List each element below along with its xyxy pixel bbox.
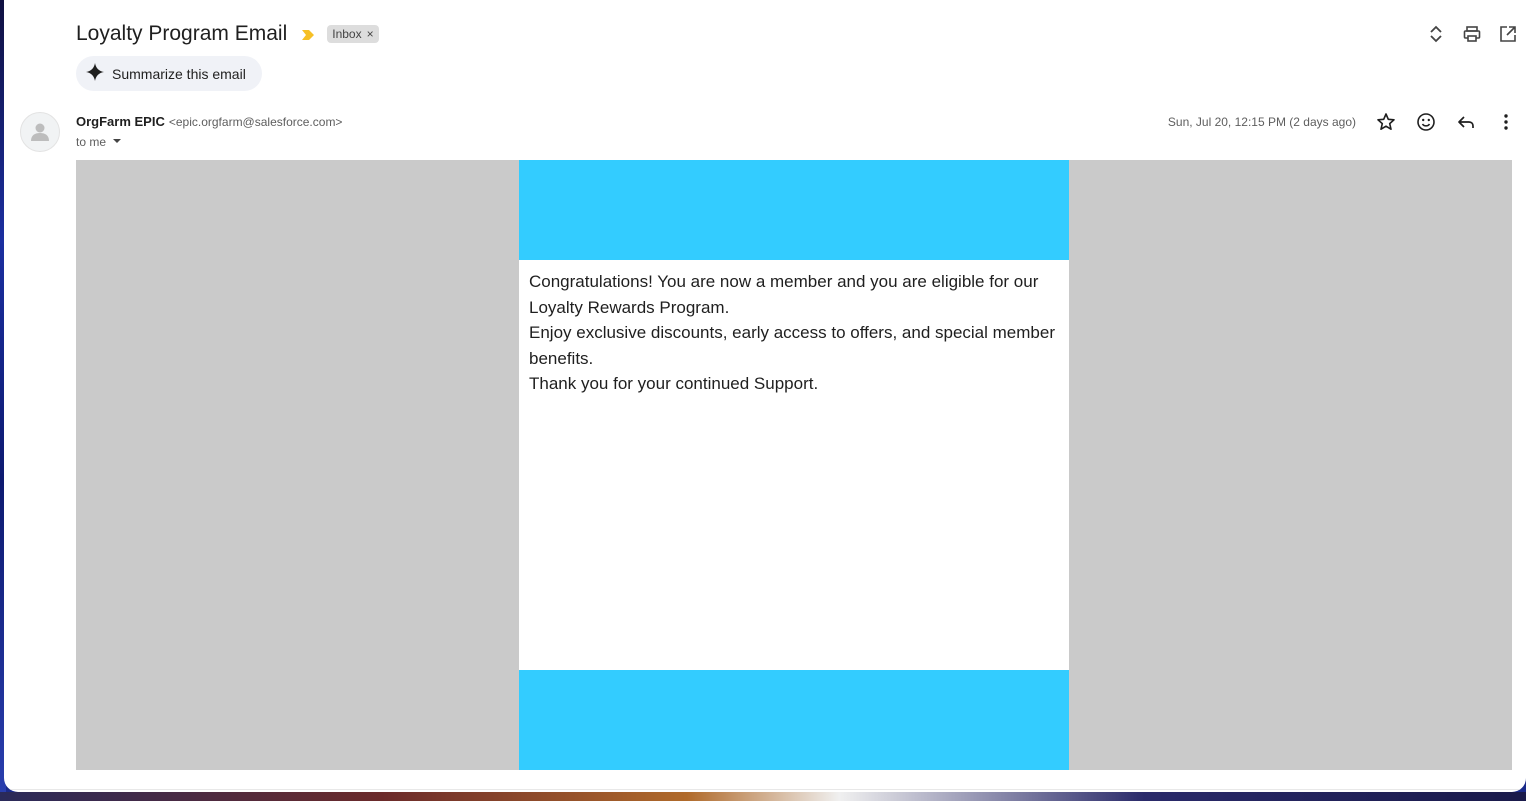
inbox-label-chip: Inbox ×	[327, 25, 379, 43]
divider	[4, 789, 1526, 790]
sender-avatar[interactable]	[20, 112, 60, 152]
message-line-1: Congratulations! You are now a member an…	[529, 272, 1039, 317]
top-toolbar	[1418, 22, 1526, 46]
sender-name[interactable]: OrgFarm EPIC	[76, 114, 165, 129]
message-line-2: Enjoy exclusive discounts, early access …	[529, 323, 1055, 368]
email-view: Loyalty Program Email Inbox × Summarize …	[4, 0, 1526, 792]
remove-label-button[interactable]: ×	[367, 27, 374, 41]
footer-banner	[519, 670, 1069, 770]
header-banner	[519, 160, 1069, 260]
email-message: Congratulations! You are now a member an…	[529, 269, 1059, 397]
summarize-label: Summarize this email	[112, 65, 246, 82]
recipient-dropdown[interactable]: to me	[76, 135, 124, 149]
email-date: Sun, Jul 20, 12:15 PM (2 days ago)	[1167, 115, 1356, 129]
person-icon	[31, 123, 49, 141]
taskbar-strip	[0, 792, 1526, 801]
more-options-icon[interactable]	[1486, 110, 1526, 134]
message-line-3: Thank you for your continued Support.	[529, 374, 819, 393]
sparkle-icon	[86, 63, 104, 84]
message-actions	[1366, 110, 1526, 134]
inbox-label-text: Inbox	[332, 27, 362, 41]
summarize-email-button[interactable]: Summarize this email	[76, 56, 262, 91]
chevron-down-icon	[110, 135, 124, 149]
sender-line: OrgFarm EPIC <epic.orgfarm@salesforce.com…	[76, 114, 342, 129]
email-content-card: Congratulations! You are now a member an…	[519, 160, 1069, 770]
reply-icon[interactable]	[1446, 110, 1486, 134]
email-body: Congratulations! You are now a member an…	[76, 160, 1512, 770]
open-new-window-icon[interactable]	[1490, 22, 1526, 46]
print-icon[interactable]	[1454, 22, 1490, 46]
subject-row: Loyalty Program Email Inbox ×	[76, 20, 379, 48]
star-icon[interactable]	[1366, 110, 1406, 134]
emoji-reaction-icon[interactable]	[1406, 110, 1446, 134]
importance-marker-icon[interactable]	[301, 28, 315, 40]
expand-collapse-icon[interactable]	[1418, 22, 1454, 46]
recipient-label: to me	[76, 135, 107, 149]
sender-email: <epic.orgfarm@salesforce.com>	[168, 115, 343, 129]
email-subject: Loyalty Program Email	[76, 22, 288, 45]
